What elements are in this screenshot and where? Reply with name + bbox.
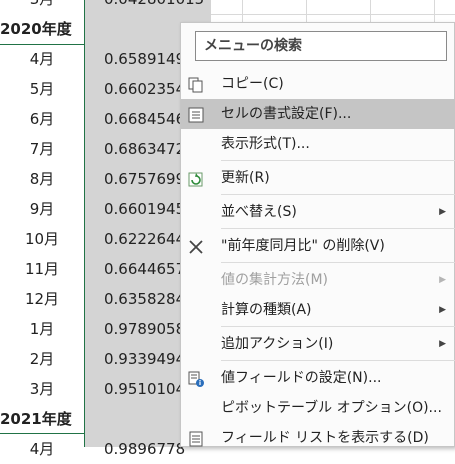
row-label: 6月 xyxy=(29,110,55,128)
menu-item-label: セルの書式設定(F)... xyxy=(221,106,352,122)
row-label: 2月 xyxy=(29,350,55,368)
row-label: 3月 xyxy=(0,0,84,14)
row-label: 9月 xyxy=(29,200,55,218)
refresh-icon xyxy=(187,169,205,187)
cell-value[interactable]: 0.6684546 xyxy=(104,104,185,134)
menu-item-label: ピボットテーブル オプション(O)... xyxy=(221,400,442,416)
year-label: 2020年度 xyxy=(0,20,72,38)
menu-item-format-cells[interactable]: セルの書式設定(F)... xyxy=(181,99,455,129)
menu-item-delete-field[interactable]: "前年度同月比" の削除(V) xyxy=(181,231,455,261)
cell-value[interactable]: 0.9510104 xyxy=(104,374,185,404)
menu-item-pivot-options[interactable]: ピボットテーブル オプション(O)... xyxy=(181,393,455,423)
menu-item-summarize-values: 値の集計方法(M) ▶ xyxy=(181,265,455,295)
menu-item-label: 並べ替え(S) xyxy=(221,204,297,220)
cell-value[interactable]: 0.6222644 xyxy=(104,224,185,254)
row-label: 3月 xyxy=(29,380,55,398)
row-label: 8月 xyxy=(29,170,55,188)
menu-item-copy[interactable]: コピー(C) xyxy=(181,69,455,99)
submenu-arrow-icon: ▶ xyxy=(439,339,446,349)
submenu-arrow-icon: ▶ xyxy=(439,305,446,315)
menu-item-show-values-as[interactable]: 計算の種類(A) ▶ xyxy=(181,295,455,325)
menu-separator xyxy=(221,360,455,361)
menu-item-label: 追加アクション(I) xyxy=(221,336,334,352)
menu-separator xyxy=(221,326,455,327)
menu-item-refresh[interactable]: 更新(R) xyxy=(181,163,455,193)
menu-separator xyxy=(221,194,455,195)
cell-value[interactable]: 0.6589149 xyxy=(104,44,185,74)
menu-separator xyxy=(221,160,455,161)
cell-value[interactable]: 0.6601945 xyxy=(104,194,185,224)
menu-item-label: 更新(R) xyxy=(221,170,270,186)
delete-x-icon xyxy=(187,237,205,255)
menu-item-label: コピー(C) xyxy=(221,76,284,92)
format-cells-icon xyxy=(187,105,205,123)
cell-value[interactable]: 0.6644657 xyxy=(104,254,185,284)
menu-item-label: "前年度同月比" の削除(V) xyxy=(221,238,385,254)
cell-value[interactable]: 0.6863472 xyxy=(104,134,185,164)
menu-search-input[interactable]: メニューの検索 xyxy=(195,31,447,61)
row-label: 4月 xyxy=(29,440,55,458)
submenu-arrow-icon: ▶ xyxy=(439,275,446,285)
cell-value[interactable]: 0.6602354 xyxy=(104,74,185,104)
row-label: 11月 xyxy=(24,260,60,278)
cell-value[interactable]: 0.9339494 xyxy=(104,344,185,374)
row-label: 1月 xyxy=(29,320,55,338)
cell-value[interactable]: 0.9789058 xyxy=(104,314,185,344)
copy-icon xyxy=(187,75,205,93)
cell-value[interactable]: 0.6358284 xyxy=(104,284,185,314)
menu-item-number-format[interactable]: 表示形式(T)... xyxy=(181,129,455,159)
menu-item-label: 計算の種類(A) xyxy=(221,302,312,318)
menu-item-label: 値の集計方法(M) xyxy=(221,272,329,288)
row-label: 10月 xyxy=(24,230,60,248)
row-label: 7月 xyxy=(29,140,55,158)
cell-value[interactable]: 0.042801015 xyxy=(104,0,204,14)
menu-item-show-field-list[interactable]: フィールド リストを表示する(D) xyxy=(181,423,455,453)
menu-item-label: 表示形式(T)... xyxy=(221,136,310,152)
menu-item-sort[interactable]: 並べ替え(S) ▶ xyxy=(181,197,455,227)
context-menu: メニューの検索 コピー(C) セルの書式設定(F)... 表示形式(T)... … xyxy=(180,22,455,447)
cell-value[interactable]: 0.6757699 xyxy=(104,164,185,194)
menu-item-value-field-settings[interactable]: 値フィールドの設定(N)... xyxy=(181,363,455,393)
menu-item-label: フィールド リストを表示する(D) xyxy=(221,430,429,446)
year-label: 2021年度 xyxy=(0,410,72,428)
grid-line xyxy=(211,14,455,15)
menu-separator xyxy=(221,262,455,263)
row-label: 12月 xyxy=(24,290,60,308)
table-row[interactable]: 3月 0.042801015 xyxy=(0,0,211,14)
submenu-arrow-icon: ▶ xyxy=(439,207,446,217)
row-label: 5月 xyxy=(29,80,55,98)
cell-value[interactable]: 0.9896778 xyxy=(104,434,185,464)
value-field-settings-icon xyxy=(187,369,205,387)
row-label: 4月 xyxy=(29,50,55,68)
menu-item-label: 値フィールドの設定(N)... xyxy=(221,370,382,386)
field-list-icon xyxy=(187,429,205,447)
menu-item-additional-actions[interactable]: 追加アクション(I) ▶ xyxy=(181,329,455,359)
menu-separator xyxy=(221,228,455,229)
